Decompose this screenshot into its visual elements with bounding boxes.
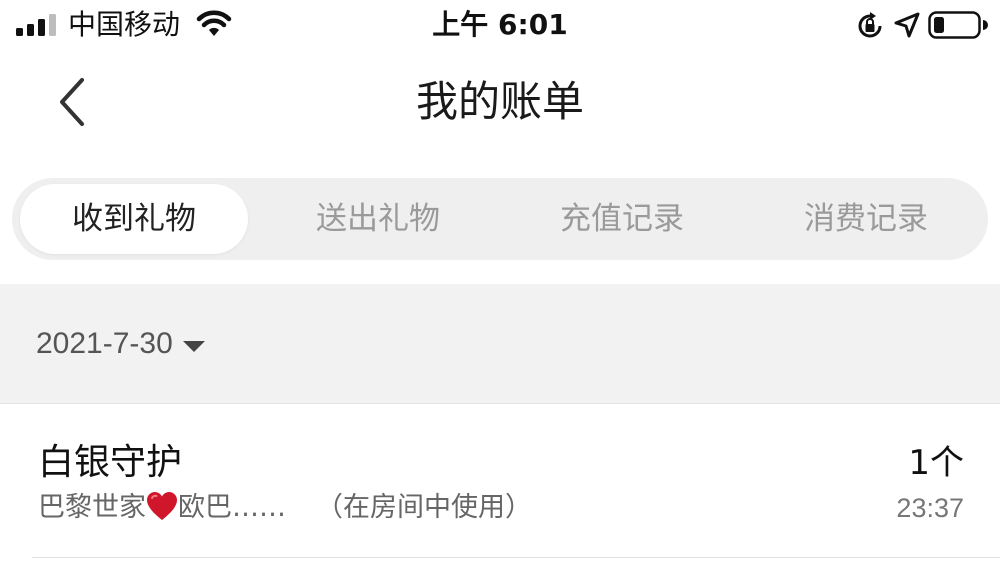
gift-quantity: 1个 <box>908 443 964 483</box>
sender-info: 巴黎世家 欧巴…… （在房间中使用） <box>38 489 532 527</box>
sender-name-suffix: 欧巴…… <box>178 492 286 523</box>
tab-consumption-records[interactable]: 消费记录 <box>752 184 980 254</box>
record-time: 23:37 <box>896 493 964 523</box>
sender-name-prefix: 巴黎世家 <box>38 492 146 523</box>
gift-name: 白银守护 <box>38 442 183 483</box>
nav-bar: 我的账单 <box>0 52 1000 152</box>
date-value: 2021-7-30 <box>36 327 173 360</box>
dropdown-caret-icon <box>182 341 205 352</box>
bill-type-tabs: 收到礼物 送出礼物 充值记录 消费记录 <box>12 178 988 260</box>
status-time: 上午 6:01 <box>432 8 568 41</box>
heart-icon <box>147 492 177 520</box>
status-bar: 中国移动 上午 6:01 <box>0 0 1000 52</box>
tab-sent-gifts[interactable]: 送出礼物 <box>264 184 492 254</box>
row-divider <box>32 557 1000 558</box>
battery-icon <box>928 11 988 39</box>
tab-received-gifts[interactable]: 收到礼物 <box>20 184 248 254</box>
location-arrow-icon <box>894 12 920 38</box>
tab-recharge-records[interactable]: 充值记录 <box>508 184 736 254</box>
list-item[interactable]: 白银守护 1个 巴黎世家 欧巴…… （在房间中使用） 23:37 <box>0 405 1000 560</box>
page-title: 我的账单 <box>415 77 584 126</box>
date-picker[interactable]: 2021-7-30 <box>36 324 205 364</box>
rotation-lock-icon <box>858 12 882 38</box>
usage-note: （在房间中使用） <box>316 492 532 523</box>
date-filter-bar: 2021-7-30 <box>0 284 1000 404</box>
